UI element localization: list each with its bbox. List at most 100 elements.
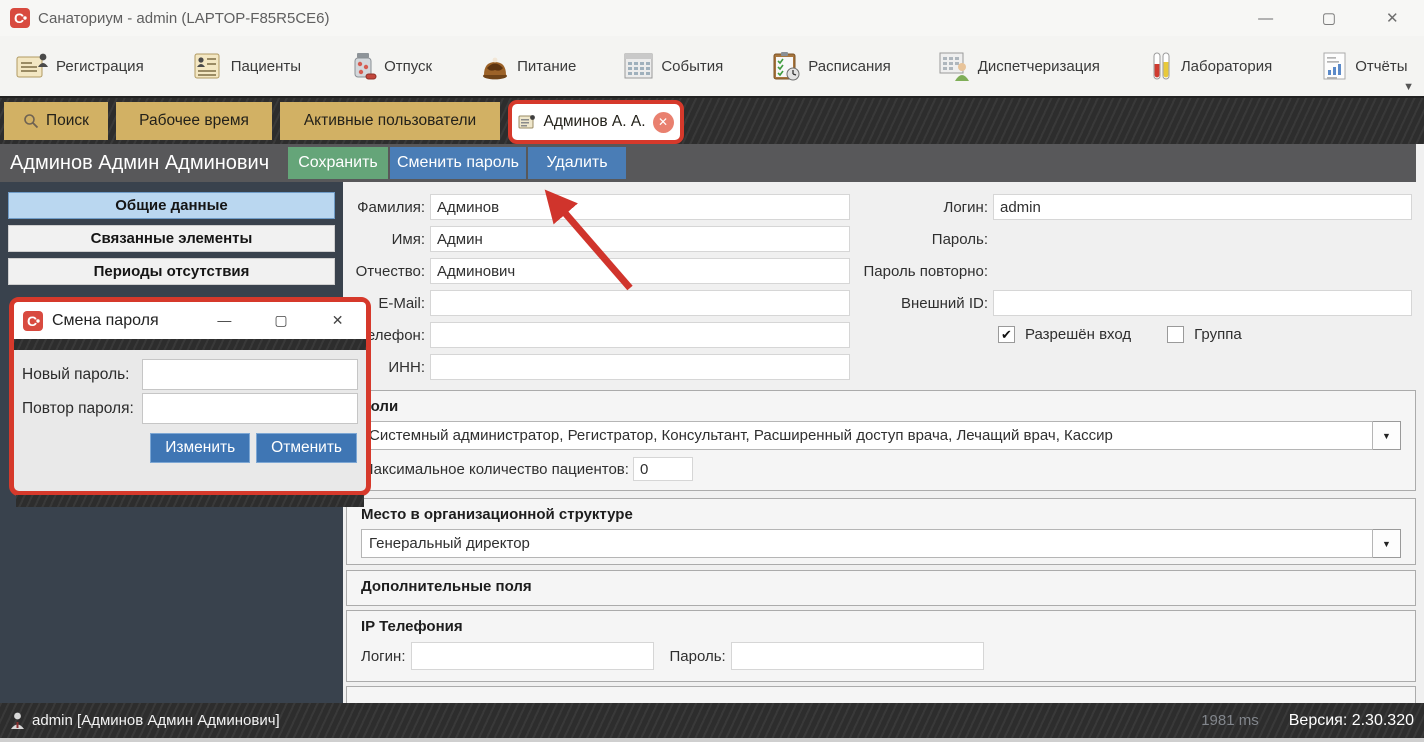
chevron-down-icon[interactable]: ▼ — [1373, 421, 1401, 450]
roles-selected-value: Системный администратор, Регистратор, Ко… — [361, 421, 1373, 450]
close-icon[interactable]: ✕ — [1375, 9, 1409, 27]
dialog-close-icon[interactable]: ✕ — [321, 312, 355, 329]
tab-label: Поиск — [46, 112, 89, 130]
clipped-section — [346, 686, 1416, 703]
personal-fields: Фамилия: Имя: Отчество: E-Mail: Телефон:… — [345, 194, 850, 386]
phone-field[interactable] — [430, 322, 850, 348]
sidebar-item-linked-elements[interactable]: Связанные элементы — [8, 225, 335, 252]
extra-fields-section: Дополнительные поля — [346, 570, 1416, 606]
status-current-user: admin [Админов Админ Админович] — [32, 712, 280, 729]
dialog-maximize-icon[interactable]: ▢ — [264, 312, 298, 329]
ribbon-label: Расписания — [808, 58, 890, 75]
repeat-password-label: Повтор пароля: — [22, 400, 142, 418]
ribbon-label: Пациенты — [231, 58, 301, 75]
registration-icon — [16, 51, 50, 81]
account-fields: Логин: Пароль: Пароль повторно: Внешний … — [850, 194, 1416, 343]
field-label: Отчество: — [345, 263, 430, 280]
tab-work-time[interactable]: Рабочее время — [116, 102, 272, 140]
vacation-icon — [348, 51, 378, 81]
events-icon — [623, 51, 655, 81]
new-password-field[interactable] — [142, 359, 358, 390]
delete-button[interactable]: Удалить — [528, 147, 626, 179]
middlename-field[interactable] — [430, 258, 850, 284]
ribbon-item-patients[interactable]: Пациенты — [191, 51, 301, 81]
tab-user-card-active[interactable]: Админов А. А. ✕ — [508, 100, 684, 144]
patients-icon — [191, 51, 225, 81]
apply-change-button[interactable]: Изменить — [150, 433, 250, 463]
app-logo-icon: C — [23, 311, 43, 331]
food-icon — [479, 51, 511, 81]
repeat-password-field[interactable] — [142, 393, 358, 424]
ribbon-item-lab[interactable]: Лаборатория — [1147, 51, 1272, 81]
dialog-minimize-icon[interactable]: — — [207, 312, 241, 329]
ip-password-label: Пароль: — [670, 648, 731, 665]
email-field[interactable] — [430, 290, 850, 316]
ribbon-item-schedules[interactable]: Расписания — [770, 51, 890, 81]
change-password-dialog: C Смена пароля — ▢ ✕ Новый пароль: Повто… — [9, 297, 371, 496]
org-combobox[interactable]: Генеральный директор ▼ — [361, 529, 1401, 558]
tab-close-icon[interactable]: ✕ — [653, 112, 674, 133]
ip-login-field[interactable] — [411, 642, 654, 670]
user-card-icon — [518, 114, 536, 130]
tab-label: Рабочее время — [139, 112, 249, 130]
ip-password-field[interactable] — [731, 642, 984, 670]
svg-text:C: C — [27, 313, 37, 329]
sidebar-item-absence-periods[interactable]: Периоды отсутствия — [8, 258, 335, 285]
ribbon-item-dispatch[interactable]: Диспетчеризация — [938, 51, 1100, 81]
tab-label: Админов А. А. — [543, 113, 645, 131]
dialog-stripe — [14, 339, 366, 350]
save-button[interactable]: Сохранить — [288, 147, 388, 179]
user-icon — [10, 712, 25, 729]
ribbon-item-events[interactable]: События — [623, 51, 723, 81]
checkbox-label: Группа — [1194, 326, 1242, 343]
new-password-label: Новый пароль: — [22, 366, 142, 384]
ribbon-item-food[interactable]: Питание — [479, 51, 576, 81]
ribbon-label: Регистрация — [56, 58, 144, 75]
ribbon-item-registration[interactable]: Регистрация — [16, 51, 144, 81]
window-title: Санаториум - admin (LAPTOP-F85R5CE6) — [38, 10, 330, 27]
lab-icon — [1147, 51, 1175, 81]
change-password-button[interactable]: Сменить пароль — [390, 147, 526, 179]
reports-icon — [1319, 51, 1349, 81]
roles-section: Роли Системный администратор, Регистрато… — [346, 390, 1416, 491]
external-id-field[interactable] — [993, 290, 1412, 316]
chevron-down-icon[interactable]: ▼ — [1373, 529, 1401, 558]
cancel-button[interactable]: Отменить — [256, 433, 357, 463]
ribbon-label: Отпуск — [384, 58, 432, 75]
svg-text:C: C — [14, 10, 24, 26]
ribbon-item-vacation[interactable]: Отпуск — [348, 51, 432, 81]
firstname-field[interactable] — [430, 226, 850, 252]
section-title: IP Телефония — [361, 618, 1401, 635]
ribbon-label: Лаборатория — [1181, 58, 1272, 75]
page-title: Админов Админ Админович — [0, 152, 288, 175]
schedules-icon — [770, 51, 802, 81]
inn-field[interactable] — [430, 354, 850, 380]
app-logo-icon: C — [10, 8, 30, 28]
minimize-icon[interactable]: — — [1249, 10, 1283, 27]
tab-active-users[interactable]: Активные пользователи — [280, 102, 500, 140]
ribbon-item-reports[interactable]: Отчёты — [1319, 51, 1407, 81]
field-label: Имя: — [345, 231, 430, 248]
group-checkbox[interactable] — [1167, 326, 1184, 343]
max-patients-field[interactable] — [633, 457, 693, 481]
field-label: Пароль: — [850, 231, 993, 248]
login-allowed-checkbox[interactable]: ✔ — [998, 326, 1015, 343]
tab-search[interactable]: Поиск — [4, 102, 108, 140]
ribbon-label: Питание — [517, 58, 576, 75]
bottom-edge — [0, 738, 1424, 742]
sidebar-item-general-data[interactable]: Общие данные — [8, 192, 335, 219]
roles-combobox[interactable]: Системный администратор, Регистратор, Ко… — [361, 421, 1401, 450]
maximize-icon[interactable]: ▢ — [1312, 9, 1346, 27]
section-title: Дополнительные поля — [361, 578, 1401, 595]
tab-label: Активные пользователи — [304, 112, 476, 130]
main-form-area: Фамилия: Имя: Отчество: E-Mail: Телефон:… — [343, 182, 1424, 703]
section-title: Роли — [361, 398, 1401, 415]
login-field[interactable] — [993, 194, 1412, 220]
lastname-field[interactable] — [430, 194, 850, 220]
ribbon-label: События — [661, 58, 723, 75]
ribbon-toolbar: Регистрация Пациенты Отпуск Питание — [0, 36, 1424, 98]
max-patients-label: Максимальное количество пациентов: — [361, 461, 633, 478]
ribbon-collapse-icon[interactable]: ▼ — [1403, 81, 1414, 93]
org-selected-value: Генеральный директор — [361, 529, 1373, 558]
search-icon — [23, 113, 39, 129]
